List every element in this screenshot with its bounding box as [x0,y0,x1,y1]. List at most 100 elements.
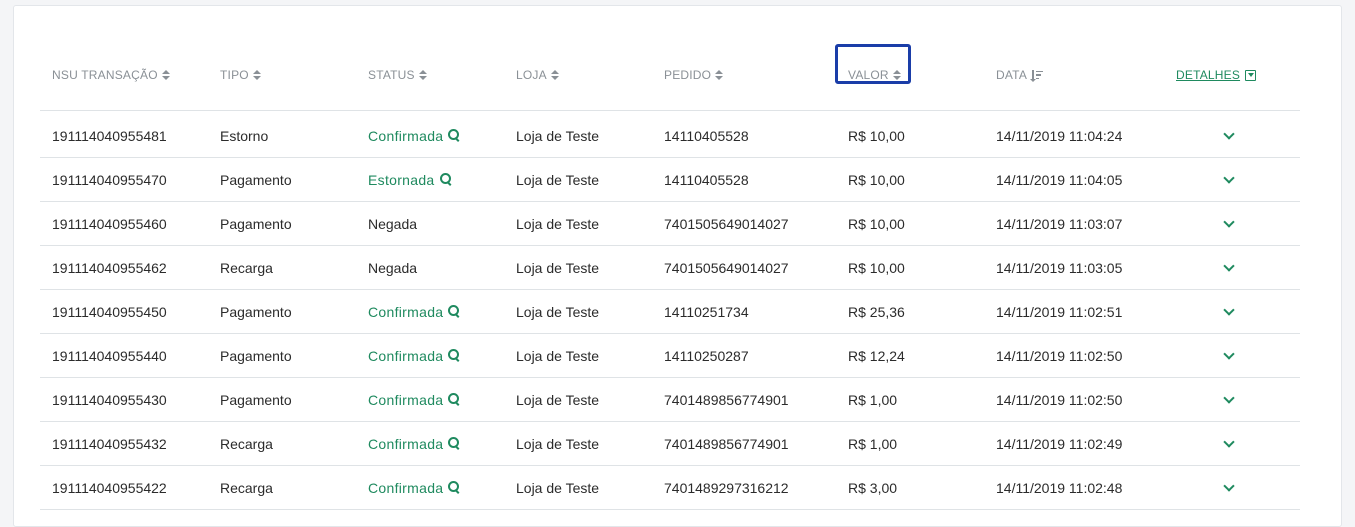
cell-nsu-text: 191114040955470 [52,171,167,188]
column-label: TIPO [220,68,249,82]
table-header: NSU TRANSAÇÃO TIPO STATUS LOJA PEDIDO VA… [40,40,1300,111]
cell-data-text: 14/11/2019 11:02:50 [996,347,1123,364]
table-row: 191114040955481 Estorno Confirmada Loja de … [40,114,1300,158]
cell-valor-text: R$ 10,00 [848,127,905,144]
cell-loja: Loja de Teste [516,114,599,157]
cell-pedido: 14110250287 [664,334,749,377]
row-expand-button[interactable] [1223,378,1235,421]
row-expand-button[interactable] [1223,158,1235,201]
chevron-down-icon[interactable] [1223,391,1235,404]
search-icon[interactable] [448,129,460,140]
cell-status[interactable]: Estornada [368,158,451,201]
row-expand-button[interactable] [1223,422,1235,465]
cell-pedido: 7401489856774901 [664,422,789,465]
row-expand-button[interactable] [1223,334,1235,377]
column-label: DATA [996,68,1028,82]
cell-loja-text: Loja de Teste [516,171,600,188]
cell-status-text[interactable]: Confirmada [368,436,443,452]
column-header-data[interactable]: DATA [996,40,1044,110]
column-label: PEDIDO [664,68,712,82]
cell-status-text[interactable]: Estornada [368,172,435,188]
search-icon[interactable] [448,437,460,448]
cell-status[interactable]: Confirmada [368,378,460,421]
search-icon[interactable] [448,349,460,360]
cell-nsu-text: 191114040955462 [52,259,167,276]
cell-tipo-text: Recarga [220,435,273,452]
sort-icon[interactable] [252,70,261,80]
cell-status-text[interactable]: Confirmada [368,128,443,144]
cell-status-text: Negada [368,215,418,232]
cell-pedido: 14110405528 [664,158,749,201]
caret-box-icon[interactable] [1245,69,1257,81]
cell-data: 14/11/2019 11:02:48 [996,466,1122,509]
column-header-status[interactable]: STATUS [368,40,427,110]
table-row: 191114040955450 Pagamento Confirmada Loja d… [40,290,1300,334]
cell-data: 14/11/2019 11:02:51 [996,290,1122,333]
column-header-loja[interactable]: LOJA [516,40,559,110]
cell-status-text[interactable]: Confirmada [368,392,443,408]
cell-loja: Loja de Teste [516,246,599,289]
search-icon[interactable] [439,173,451,184]
cell-data-text: 14/11/2019 11:02:50 [996,391,1123,408]
row-expand-button[interactable] [1223,290,1235,333]
cell-status[interactable]: Confirmada [368,290,460,333]
cell-tipo: Pagamento [220,334,292,377]
chevron-down-icon[interactable] [1223,215,1235,228]
cell-tipo-text: Pagamento [220,347,292,364]
cell-loja-text: Loja de Teste [516,127,600,144]
cell-status-text: Negada [368,259,418,276]
column-header-pedido[interactable]: PEDIDO [664,40,724,110]
cell-valor: R$ 10,00 [848,202,905,245]
chevron-down-icon[interactable] [1223,347,1235,360]
cell-valor-text: R$ 10,00 [848,259,905,276]
chevron-down-icon[interactable] [1223,127,1235,140]
table-row: 191114040955440 Pagamento Confirmada Loja d… [40,334,1300,378]
cell-valor-text: R$ 25,36 [848,303,905,320]
cell-status[interactable]: Confirmada [368,466,460,509]
column-header-detalhes[interactable]: DETALHES [1176,40,1257,110]
cell-status-text[interactable]: Confirmada [368,304,443,320]
cell-status-text[interactable]: Confirmada [368,348,443,364]
chevron-down-icon[interactable] [1223,303,1235,316]
cell-status-text[interactable]: Confirmada [368,480,443,496]
row-expand-button[interactable] [1223,202,1235,245]
row-expand-button[interactable] [1223,114,1235,157]
cell-status[interactable]: Confirmada [368,334,460,377]
search-icon[interactable] [448,305,460,316]
cell-tipo: Pagamento [220,378,292,421]
sort-icon[interactable] [161,70,170,80]
search-icon[interactable] [448,393,460,404]
cell-nsu: 191114040955460 [52,202,167,245]
sort-icon[interactable] [715,70,724,80]
cell-nsu: 191114040955430 [52,378,167,421]
detalhes-link[interactable]: DETALHES [1176,68,1240,82]
row-expand-button[interactable] [1223,246,1235,289]
cell-pedido-text: 7401489856774901 [664,435,789,452]
chevron-down-icon[interactable] [1223,435,1235,448]
cell-nsu-text: 191114040955440 [52,347,167,364]
cell-tipo: Recarga [220,466,273,509]
sort-icon[interactable] [418,70,427,80]
cell-valor: R$ 1,00 [848,378,897,421]
sort-desc-icon[interactable] [1030,69,1044,82]
cell-valor-text: R$ 1,00 [848,435,898,452]
cell-pedido-text: 7401489856774901 [664,391,789,408]
cell-loja: Loja de Teste [516,466,599,509]
search-icon[interactable] [448,481,460,492]
column-header-tipo[interactable]: TIPO [220,40,261,110]
cell-tipo: Recarga [220,422,273,465]
cell-pedido: 7401505649014027 [664,246,789,289]
cell-loja-text: Loja de Teste [516,391,600,408]
cell-status[interactable]: Confirmada [368,114,460,157]
cell-loja: Loja de Teste [516,422,599,465]
table-row: 191114040955470 Pagamento Estornada Loja de… [40,158,1300,202]
sort-icon[interactable] [550,70,559,80]
column-header-nsu[interactable]: NSU TRANSAÇÃO [52,40,170,110]
chevron-down-icon[interactable] [1223,479,1235,492]
cell-loja: Loja de Teste [516,202,599,245]
cell-tipo: Estorno [220,114,268,157]
chevron-down-icon[interactable] [1223,171,1235,184]
cell-status[interactable]: Confirmada [368,422,460,465]
row-expand-button[interactable] [1223,466,1235,509]
chevron-down-icon[interactable] [1223,259,1235,272]
